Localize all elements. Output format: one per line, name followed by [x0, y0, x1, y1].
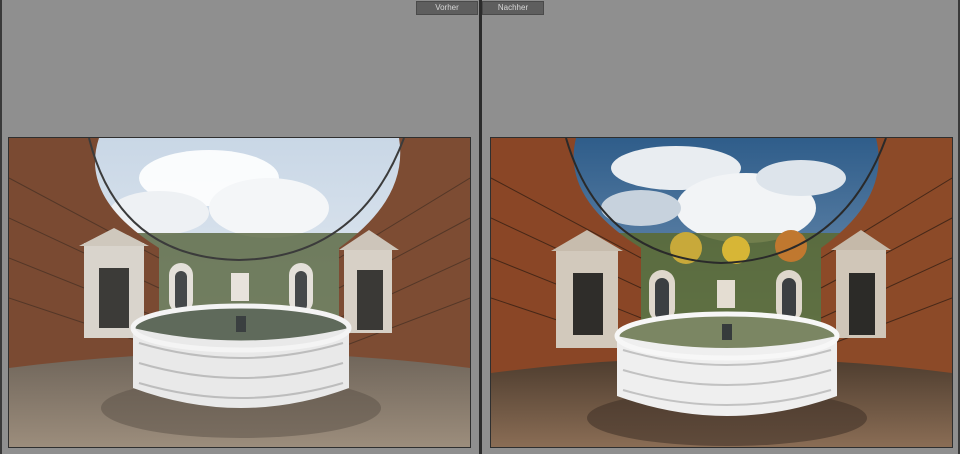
after-image-pane	[490, 137, 953, 448]
before-image-pane	[8, 137, 471, 448]
before-photo	[9, 138, 470, 447]
after-photo	[491, 138, 952, 447]
tab-after[interactable]: Nachher	[482, 1, 544, 15]
window-left-border	[0, 0, 2, 454]
tab-before[interactable]: Vorher	[416, 1, 478, 15]
split-divider[interactable]	[479, 0, 482, 454]
